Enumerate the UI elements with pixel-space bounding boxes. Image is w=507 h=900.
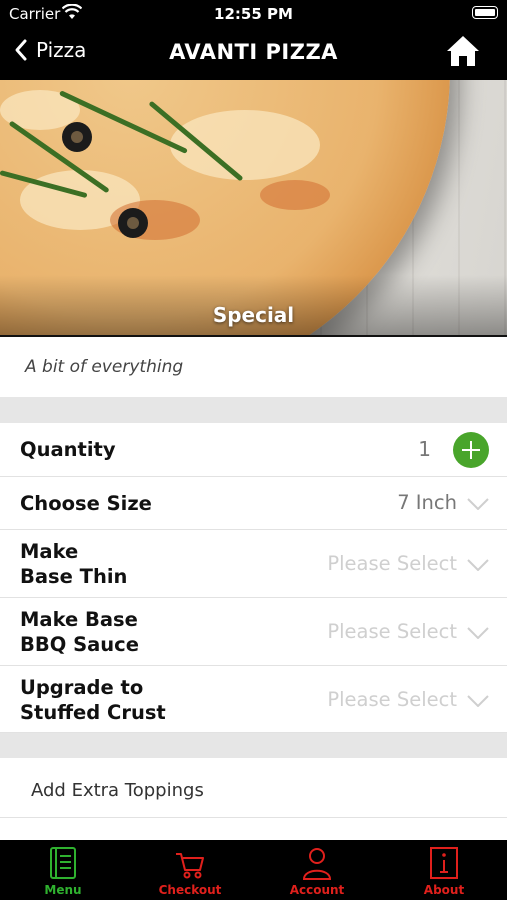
menu-book-icon: [50, 847, 76, 879]
section-divider: [0, 733, 507, 758]
top-bar: Carrier 12:55 PM Pizza AVANTI PIZZA: [0, 0, 507, 80]
status-time: 12:55 PM: [214, 5, 293, 23]
size-row[interactable]: Choose Size 7 Inch: [0, 477, 507, 530]
tab-account-label: Account: [289, 883, 345, 897]
quantity-label: Quantity: [20, 438, 116, 461]
stuffed-crust-label-line1: Upgrade to: [20, 676, 144, 699]
bbq-base-select: Please Select: [327, 620, 457, 643]
extra-toppings-label: Add Extra Toppings: [31, 780, 204, 801]
thin-base-select: Please Select: [327, 552, 457, 575]
home-button[interactable]: [445, 34, 481, 72]
bbq-base-row[interactable]: Make Base BBQ Sauce Please Select: [0, 598, 507, 666]
product-image: Special: [0, 80, 507, 335]
chevron-down-icon: [467, 559, 489, 571]
olive: [118, 208, 148, 238]
user-icon: [302, 848, 332, 880]
tab-about-label: About: [423, 883, 465, 897]
product-name: Special: [212, 303, 295, 327]
cart-icon: [176, 853, 204, 879]
stuffed-crust-label: Upgrade to Stuffed Crust: [20, 675, 166, 725]
size-label: Choose Size: [20, 492, 152, 515]
chevron-down-icon: [467, 627, 489, 639]
tab-bar: Menu Checkout Account About: [0, 840, 507, 900]
status-bar: Carrier 12:55 PM: [0, 0, 507, 28]
quantity-row: Quantity 1: [0, 423, 507, 477]
tab-account[interactable]: Account: [254, 840, 380, 900]
home-icon: [447, 36, 479, 66]
description-text: A bit of everything: [25, 357, 184, 377]
chevron-down-icon: [467, 695, 489, 707]
bbq-base-label-line1: Make Base: [20, 608, 138, 631]
add-quantity-button[interactable]: [453, 432, 489, 468]
tab-checkout[interactable]: Checkout: [127, 840, 253, 900]
page-title: AVANTI PIZZA: [169, 40, 338, 64]
tab-about[interactable]: About: [381, 840, 507, 900]
tab-checkout-label: Checkout: [158, 883, 222, 897]
info-icon: [430, 847, 458, 879]
chevron-down-icon: [467, 498, 489, 510]
bbq-base-label-line2: BBQ Sauce: [20, 633, 139, 656]
thin-base-label-line1: Make: [20, 540, 79, 563]
product-description: A bit of everything: [0, 335, 507, 397]
battery-icon: [472, 6, 498, 19]
section-divider: [0, 397, 507, 423]
thin-base-label: Make Base Thin: [20, 539, 127, 589]
navigation-bar: Pizza AVANTI PIZZA: [0, 28, 507, 80]
bbq-base-label: Make Base BBQ Sauce: [20, 607, 139, 657]
stuffed-crust-label-line2: Stuffed Crust: [20, 701, 166, 724]
tab-menu[interactable]: Menu: [0, 840, 126, 900]
stuffed-crust-select: Please Select: [327, 688, 457, 711]
quantity-value: 1: [418, 437, 431, 461]
thin-base-row[interactable]: Make Base Thin Please Select: [0, 530, 507, 598]
thin-base-label-line2: Base Thin: [20, 565, 128, 588]
size-value: 7 Inch: [397, 491, 457, 514]
tab-menu-label: Menu: [44, 883, 82, 897]
stuffed-crust-row[interactable]: Upgrade to Stuffed Crust Please Select: [0, 666, 507, 733]
olive: [62, 122, 92, 152]
extra-toppings-row[interactable]: Add Extra Toppings: [0, 758, 507, 818]
